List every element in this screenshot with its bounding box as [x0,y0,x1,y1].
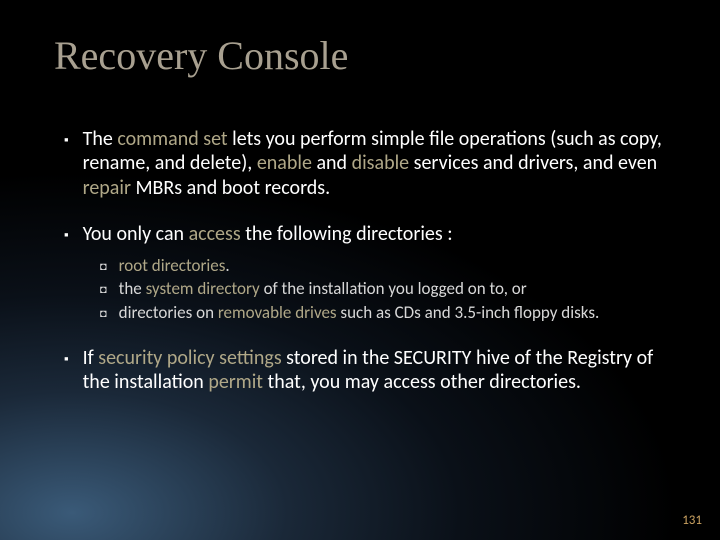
slide-title: Recovery Console [54,32,666,79]
bullet-text: The command set lets you perform simple … [83,127,666,200]
sub-list: ◘ root directories. ◘ the system directo… [64,255,666,324]
page-number: 131 [682,513,702,528]
list-item: ▪ You only can access the following dire… [64,222,666,246]
bullet-text: directories on removable drives such as … [119,302,666,324]
slide-content: ▪ The command set lets you perform simpl… [54,127,666,395]
list-item: ▪ If security policy settings stored in … [64,346,666,395]
bullet-icon: ◘ [100,283,107,297]
list-item: ◘ directories on removable drives such a… [100,302,666,324]
slide: Recovery Console ▪ The command set lets … [0,0,720,540]
bullet-icon: ▪ [64,352,69,368]
bullet-icon: ▪ [64,133,69,149]
bullet-text: root directories. [119,255,666,277]
bullet-icon: ◘ [100,260,107,274]
list-item: ▪ The command set lets you perform simpl… [64,127,666,200]
bullet-icon: ◘ [100,307,107,321]
list-item: ◘ the system directory of the installati… [100,278,666,300]
list-item: ◘ root directories. [100,255,666,277]
bullet-text: If security policy settings stored in th… [83,346,666,395]
bullet-icon: ▪ [64,228,69,244]
bullet-text: the system directory of the installation… [119,278,666,300]
bullet-text: You only can access the following direct… [83,222,666,246]
